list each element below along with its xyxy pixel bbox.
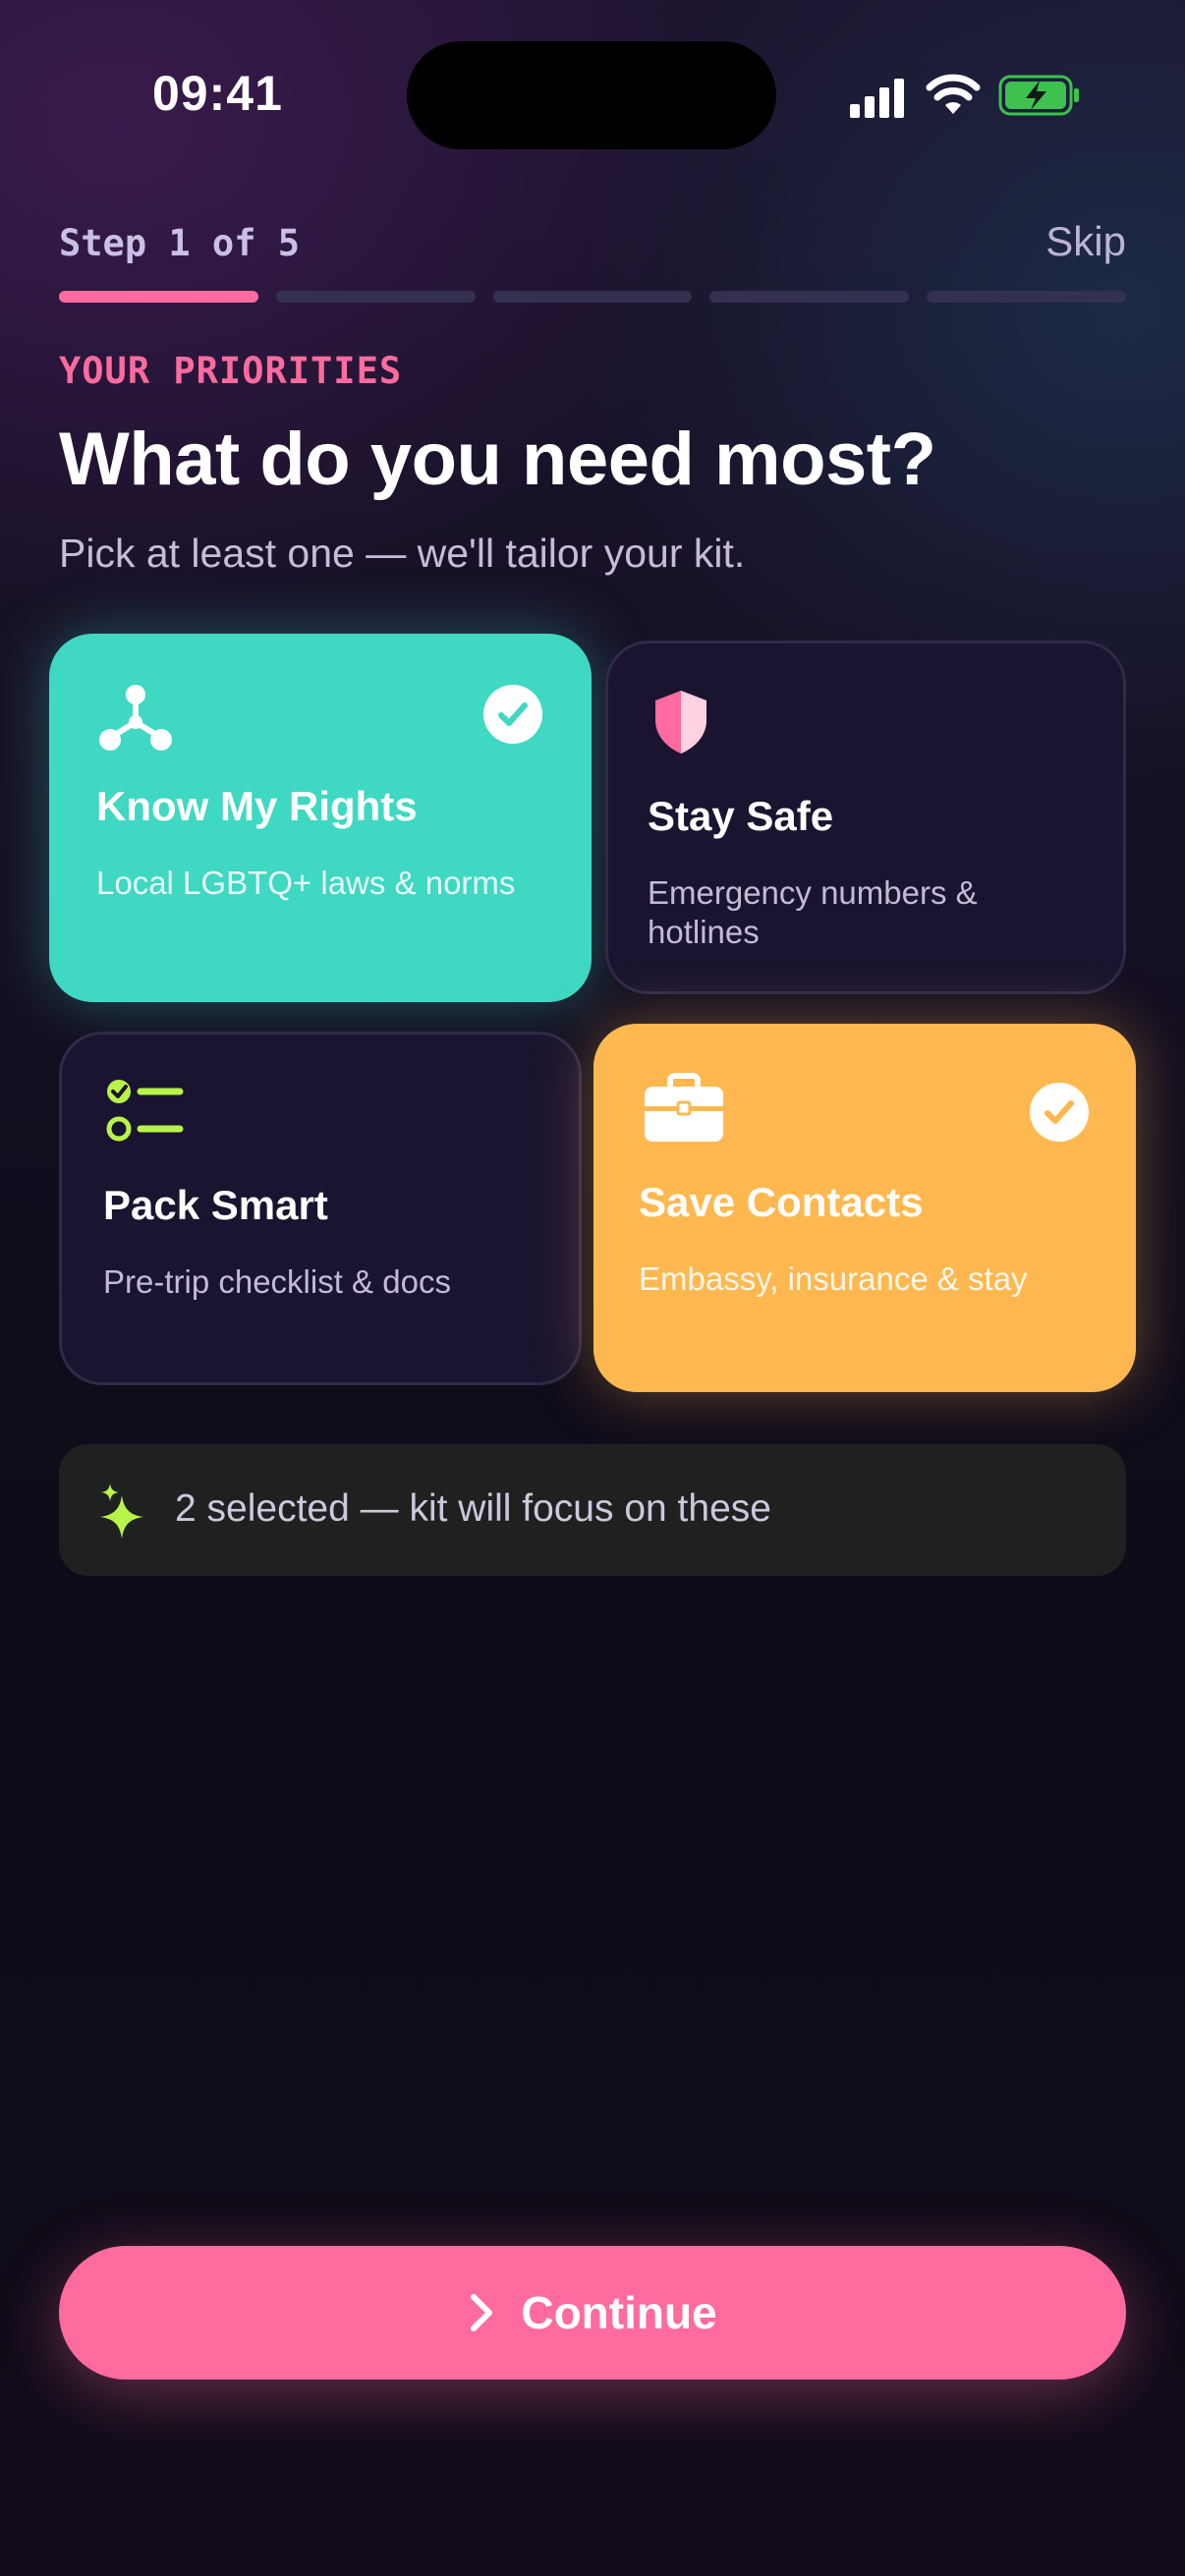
card-know-my-rights[interactable]: Know My Rights Local LGBTQ+ laws & norms bbox=[49, 634, 592, 1002]
card-stay-safe[interactable]: Stay Safe Emergency numbers & hotlines bbox=[605, 641, 1126, 994]
sparkle-icon bbox=[100, 1484, 143, 1539]
chevron-right-icon bbox=[471, 2294, 493, 2331]
step-indicator: Step 1 of 5 bbox=[59, 222, 301, 264]
selected-check-icon bbox=[1030, 1083, 1089, 1142]
shield-icon bbox=[655, 691, 706, 754]
summary-text: 2 selected — kit will focus on these bbox=[175, 1487, 771, 1530]
card-save-contacts[interactable]: Save Contacts Embassy, insurance & stay bbox=[593, 1024, 1136, 1392]
dynamic-island bbox=[407, 41, 776, 149]
skip-button[interactable]: Skip bbox=[1045, 218, 1126, 265]
battery-charging-icon bbox=[998, 75, 1079, 116]
continue-button[interactable]: Continue bbox=[59, 2246, 1126, 2380]
progress-segment bbox=[492, 291, 693, 303]
selection-summary: 2 selected — kit will focus on these bbox=[59, 1444, 1126, 1576]
progress-segment bbox=[927, 291, 1126, 303]
selected-check-icon bbox=[483, 685, 542, 744]
card-description: Embassy, insurance & stay bbox=[639, 1260, 1028, 1297]
status-time: 09:41 bbox=[152, 66, 283, 121]
cellular-signal-icon bbox=[850, 79, 904, 118]
card-title: Pack Smart bbox=[103, 1182, 328, 1228]
progress-segment bbox=[709, 291, 910, 303]
card-title: Save Contacts bbox=[639, 1179, 924, 1225]
card-title: Stay Safe bbox=[648, 793, 834, 839]
checklist-icon bbox=[106, 1080, 184, 1142]
briefcase-icon bbox=[645, 1073, 723, 1142]
card-title: Know My Rights bbox=[96, 783, 418, 829]
card-description: Pre-trip checklist & docs bbox=[103, 1263, 451, 1300]
progress-segment bbox=[275, 291, 476, 303]
network-icon bbox=[99, 685, 172, 751]
card-description: Local LGBTQ+ laws & norms bbox=[96, 865, 516, 901]
card-pack-smart[interactable]: Pack Smart Pre-trip checklist & docs bbox=[59, 1032, 582, 1385]
card-description: Emergency numbers & hotlines bbox=[648, 874, 978, 950]
progress-segment bbox=[59, 291, 258, 303]
wifi-icon bbox=[926, 74, 981, 114]
continue-label: Continue bbox=[521, 2287, 717, 2338]
page-title: What do you need most? bbox=[59, 418, 936, 501]
section-eyebrow: YOUR PRIORITIES bbox=[59, 350, 403, 392]
page-subtitle: Pick at least one — we'll tailor your ki… bbox=[59, 531, 746, 576]
progress-bar bbox=[59, 291, 1126, 303]
